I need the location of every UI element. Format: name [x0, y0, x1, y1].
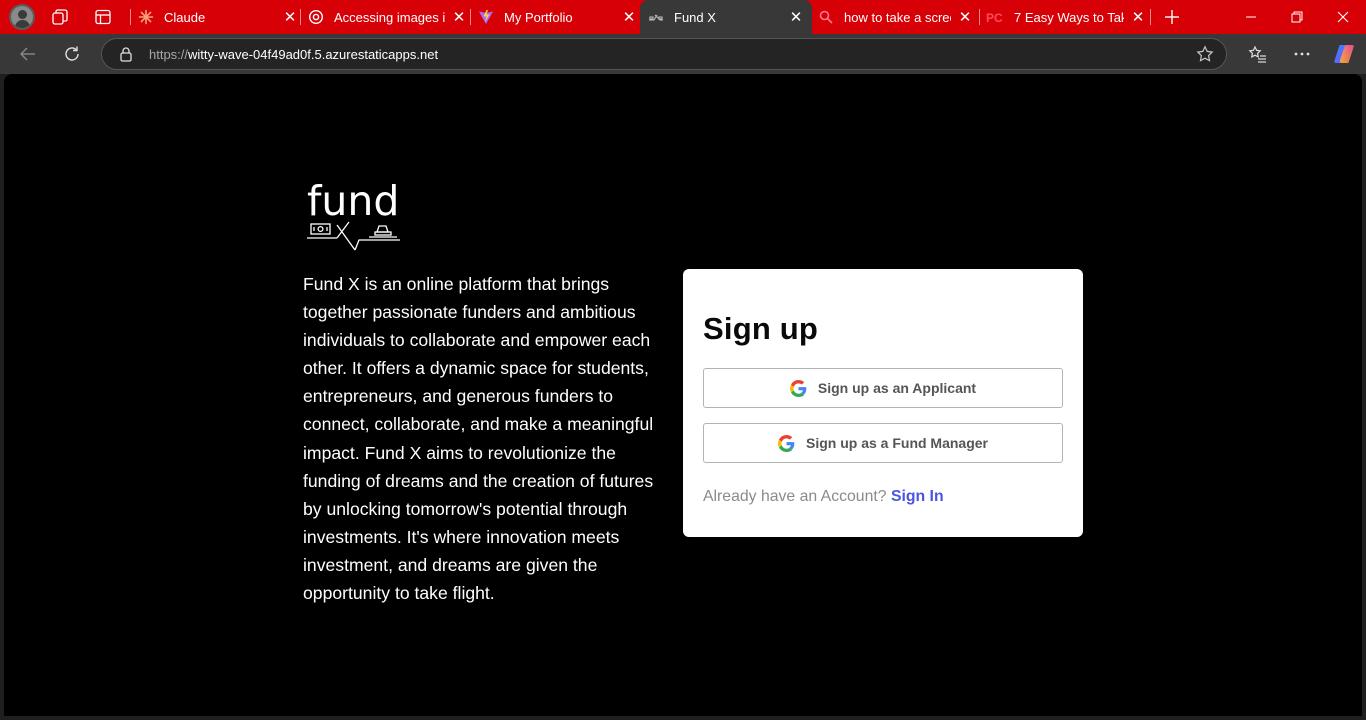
- minimize-icon[interactable]: [1228, 0, 1274, 34]
- fundx-logo: fund: [303, 176, 403, 256]
- signup-fund-manager-button[interactable]: Sign up as a Fund Manager: [703, 423, 1063, 463]
- pc-icon: PC: [986, 9, 1004, 25]
- workspaces-icon[interactable]: [50, 7, 70, 32]
- close-tab-icon[interactable]: ✕: [451, 9, 467, 26]
- close-tab-icon[interactable]: ✕: [621, 9, 637, 26]
- svg-text:PC: PC: [986, 11, 1003, 25]
- url-host: witty-wave-04f49ad0f.5.azurestaticapps.n…: [188, 47, 439, 62]
- tab-title: My Portfolio: [504, 9, 573, 25]
- tab-claude[interactable]: Claude ✕: [138, 0, 298, 34]
- refresh-icon[interactable]: [57, 39, 87, 69]
- signin-link[interactable]: Sign In: [891, 488, 944, 505]
- tab-7-easy-ways[interactable]: PC 7 Easy Ways to Take ✕: [986, 0, 1146, 34]
- close-tab-icon[interactable]: ✕: [957, 9, 973, 26]
- close-tab-icon[interactable]: ✕: [788, 9, 804, 26]
- tab-how-to-take-screen[interactable]: how to take a screen ✕: [818, 0, 973, 34]
- signup-fund-manager-label: Sign up as a Fund Manager: [805, 435, 989, 451]
- url-text[interactable]: https://witty-wave-04f49ad0f.5.azurestat…: [149, 47, 438, 62]
- url-protocol: https://: [149, 47, 189, 62]
- about-description: Fund X is an online platform that brings…: [303, 274, 654, 604]
- copilot-icon[interactable]: [1329, 39, 1359, 69]
- signup-card: Sign up Sign up as an Applicant Sign up …: [683, 269, 1083, 537]
- signin-prompt: Already have an Account? Sign In: [703, 488, 944, 506]
- openai-icon: [308, 9, 324, 25]
- back-icon[interactable]: [13, 39, 43, 69]
- tab-separator: [979, 9, 980, 25]
- favorite-star-icon[interactable]: [1190, 39, 1220, 69]
- profile-avatar[interactable]: [9, 4, 35, 30]
- google-icon: [789, 379, 807, 397]
- google-icon: [777, 434, 795, 452]
- signup-applicant-button[interactable]: Sign up as an Applicant: [703, 368, 1063, 408]
- tab-separator: [130, 9, 131, 25]
- vertical-tabs-icon[interactable]: [93, 7, 113, 32]
- fundx-icon: [648, 9, 664, 25]
- new-tab-icon[interactable]: [1157, 2, 1187, 32]
- favorites-list-icon[interactable]: [1243, 39, 1273, 69]
- lock-icon[interactable]: [119, 46, 133, 67]
- vite-icon: [478, 9, 494, 25]
- claude-icon: [138, 9, 154, 25]
- have-account-text: Already have an Account?: [703, 488, 887, 505]
- close-window-icon[interactable]: [1320, 0, 1366, 34]
- search-icon: [818, 9, 834, 25]
- more-options-icon[interactable]: [1287, 39, 1317, 69]
- tab-title: how to take a screen: [844, 9, 951, 25]
- close-tab-icon[interactable]: ✕: [282, 9, 298, 26]
- signup-applicant-label: Sign up as an Applicant: [817, 380, 977, 396]
- tab-separator: [300, 9, 301, 25]
- tab-my-portfolio[interactable]: My Portfolio ✕: [478, 0, 637, 34]
- tab-title: Fund X: [674, 9, 716, 25]
- close-tab-icon[interactable]: ✕: [1130, 9, 1146, 26]
- tab-fund-x[interactable]: Fund X ✕: [640, 0, 812, 34]
- tab-accessing-images[interactable]: Accessing images in ✕: [308, 0, 467, 34]
- tab-separator: [1150, 9, 1151, 25]
- tab-separator: [470, 9, 471, 25]
- restore-icon[interactable]: [1274, 0, 1320, 34]
- tab-title: Accessing images in: [334, 9, 445, 25]
- signup-title: Sign up: [703, 311, 819, 346]
- tab-title: 7 Easy Ways to Take: [1014, 9, 1124, 25]
- logo-wordmark: fund: [307, 177, 399, 225]
- tab-title: Claude: [164, 9, 206, 25]
